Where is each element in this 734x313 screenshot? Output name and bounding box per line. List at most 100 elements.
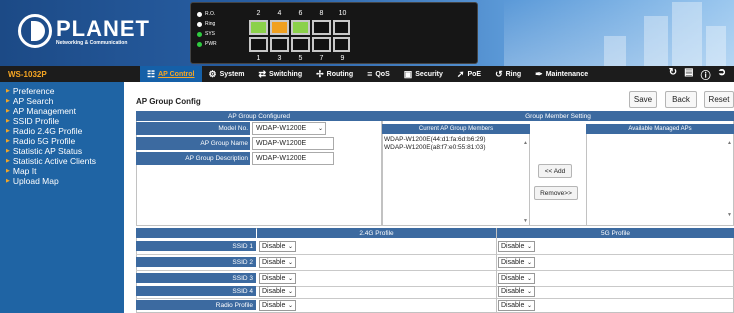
member-item[interactable]: WDAP-W1200E(44:d1:fa:6d:b6:29) — [384, 136, 486, 144]
profile-corner-header — [136, 228, 256, 238]
menu-qos[interactable]: ≡ QoS — [360, 66, 397, 82]
port-number: 1 — [256, 55, 261, 62]
sfp-ports — [333, 20, 350, 52]
port-2[interactable] — [249, 20, 268, 35]
group-config-header: AP Group Configured — [136, 111, 382, 121]
menu-ap-control[interactable]: ☷ AP Control — [140, 66, 202, 82]
ssid3-5g-select[interactable]: Disable ⌄ — [498, 273, 535, 284]
sidebar-item-ap-search[interactable]: ▶ AP Search — [0, 96, 124, 106]
port-10[interactable] — [333, 20, 350, 35]
ssid3-24g-select[interactable]: Disable ⌄ — [259, 273, 296, 284]
sidebar-item-radio-5g[interactable]: ▶ Radio 5G Profile — [0, 136, 124, 146]
top-port-numbers: 2 4 6 8 10 — [248, 10, 353, 17]
menu-label: PoE — [467, 70, 482, 78]
reset-button[interactable]: Reset — [704, 91, 734, 108]
scroll-down-icon[interactable]: ▼ — [727, 212, 732, 218]
ssid4-label: SSID 4 — [136, 286, 256, 296]
port-6[interactable] — [291, 20, 310, 35]
sidebar-item-upload-map[interactable]: ▶ Upload Map — [0, 176, 124, 186]
logo-mark-icon — [18, 14, 52, 48]
sidebar-item-active-clients[interactable]: ▶ Statistic Active Clients — [0, 156, 124, 166]
logout-icon[interactable]: ➲ — [718, 67, 726, 82]
member-item[interactable]: WDAP-W1200E(a8:f7:e0:55:81:03) — [384, 144, 486, 152]
port-9[interactable] — [333, 37, 350, 52]
ssid1-24g-select[interactable]: Disable ⌄ — [259, 241, 296, 252]
menu-routing[interactable]: ✢ Routing — [309, 66, 360, 82]
sidebar-item-label: Statistic Active Clients — [12, 156, 96, 166]
navbar-actions: ↻ ▤ ⓘ ➲ — [669, 67, 734, 82]
menu-maintenance[interactable]: ✒ Maintenance — [528, 66, 595, 82]
ssid2-24g-select[interactable]: Disable ⌄ — [259, 257, 296, 268]
available-aps-list[interactable] — [586, 134, 734, 226]
logo-text: PLANET — [56, 16, 150, 41]
sidebar-item-label: Preference — [12, 86, 55, 96]
sidebar-item-label: Radio 5G Profile — [12, 136, 76, 146]
model-select[interactable]: WDAP-W1200E ⌄ — [252, 122, 326, 135]
switching-icon: ⇄ — [258, 68, 267, 79]
remove-button[interactable]: Remove>> — [534, 186, 578, 200]
main-navbar: WS-1032P ☷ AP Control ⚙ System ⇄ Switching … — [0, 66, 734, 82]
sidebar-item-ap-status[interactable]: ▶ Statistic AP Status — [0, 146, 124, 156]
port-8[interactable] — [312, 20, 331, 35]
sidebar-item-ap-management[interactable]: ▶ AP Management — [0, 106, 124, 116]
port-5[interactable] — [291, 37, 310, 52]
chevron-down-icon: ⌄ — [287, 260, 293, 266]
ssid2-label: SSID 2 — [136, 257, 256, 267]
ethernet-ports — [249, 20, 331, 52]
group-desc-input[interactable]: WDAP-W1200E — [252, 152, 334, 165]
help-icon[interactable]: ⓘ — [701, 67, 711, 82]
sidebar-item-radio-24g[interactable]: ▶ Radio 2.4G Profile — [0, 126, 124, 136]
menu-label: QoS — [375, 70, 390, 78]
planet-logo: PLANET Networking & Communication — [18, 12, 149, 54]
group-desc-label: AP Group Description — [136, 152, 250, 165]
sidebar-item-label: Statistic AP Status — [12, 146, 83, 156]
bottom-port-numbers: 1 3 5 7 9 — [248, 55, 353, 62]
routing-icon: ✢ — [316, 68, 324, 79]
led-icon — [197, 41, 202, 47]
sidebar-item-map-it[interactable]: ▶ Map It — [0, 166, 124, 176]
menu-switching[interactable]: ⇄ Switching — [252, 66, 310, 82]
add-button[interactable]: << Add — [538, 164, 572, 178]
port-number: 7 — [319, 55, 324, 62]
scroll-up-icon[interactable]: ▲ — [727, 140, 732, 146]
bullet-icon: ▶ — [6, 148, 10, 154]
port-7[interactable] — [312, 37, 331, 52]
menu-security[interactable]: ▣ Security — [397, 66, 450, 82]
back-button[interactable]: Back — [665, 91, 697, 108]
save-icon[interactable]: ▤ — [684, 67, 693, 82]
available-aps-header: Available Managed APs — [586, 124, 734, 134]
group-name-input[interactable]: WDAP-W1200E — [252, 137, 334, 150]
save-button[interactable]: Save — [629, 91, 657, 108]
building-shape — [604, 36, 626, 66]
ssid4-5g-select[interactable]: Disable ⌄ — [498, 286, 535, 297]
top-menu: ☷ AP Control ⚙ System ⇄ Switching ✢ Routing … — [140, 66, 595, 82]
radio-profile-5g-select[interactable]: Disable ⌄ — [498, 300, 535, 311]
sidebar-item-label: Radio 2.4G Profile — [12, 126, 83, 136]
port-3[interactable] — [270, 37, 289, 52]
port-number: 2 — [256, 10, 261, 17]
scroll-down-icon[interactable]: ▼ — [523, 218, 528, 224]
sidebar-item-ssid-profile[interactable]: ▶ SSID Profile — [0, 116, 124, 126]
ssid1-5g-select[interactable]: Disable ⌄ — [498, 241, 535, 252]
ring-icon: ↺ — [495, 68, 503, 79]
logo-subtitle: Networking & Communication — [56, 40, 128, 46]
menu-poe[interactable]: ➚ PoE — [450, 66, 488, 82]
led-ro: R.O. — [197, 11, 215, 17]
menu-ring[interactable]: ↺ Ring — [488, 66, 528, 82]
poe-icon: ➚ — [456, 68, 465, 79]
ssid2-5g-select[interactable]: Disable ⌄ — [498, 257, 535, 268]
chevron-down-icon: ⌄ — [317, 126, 323, 132]
menu-system[interactable]: ⚙ System — [202, 66, 252, 82]
bullet-icon: ▶ — [6, 178, 10, 184]
sidebar-item-preference[interactable]: ▶ Preference — [0, 86, 124, 96]
refresh-icon[interactable]: ↻ — [669, 67, 677, 82]
current-members-header: Current AP Group Members — [382, 124, 530, 134]
radio-profile-24g-select[interactable]: Disable ⌄ — [259, 300, 296, 311]
port-4[interactable] — [270, 20, 289, 35]
port-1[interactable] — [249, 37, 268, 52]
row-divider — [136, 270, 734, 271]
ssid4-24g-select[interactable]: Disable ⌄ — [259, 286, 296, 297]
gear-icon: ⚙ — [208, 68, 217, 79]
sidebar-item-label: SSID Profile — [12, 116, 60, 126]
scroll-up-icon[interactable]: ▲ — [523, 140, 528, 146]
